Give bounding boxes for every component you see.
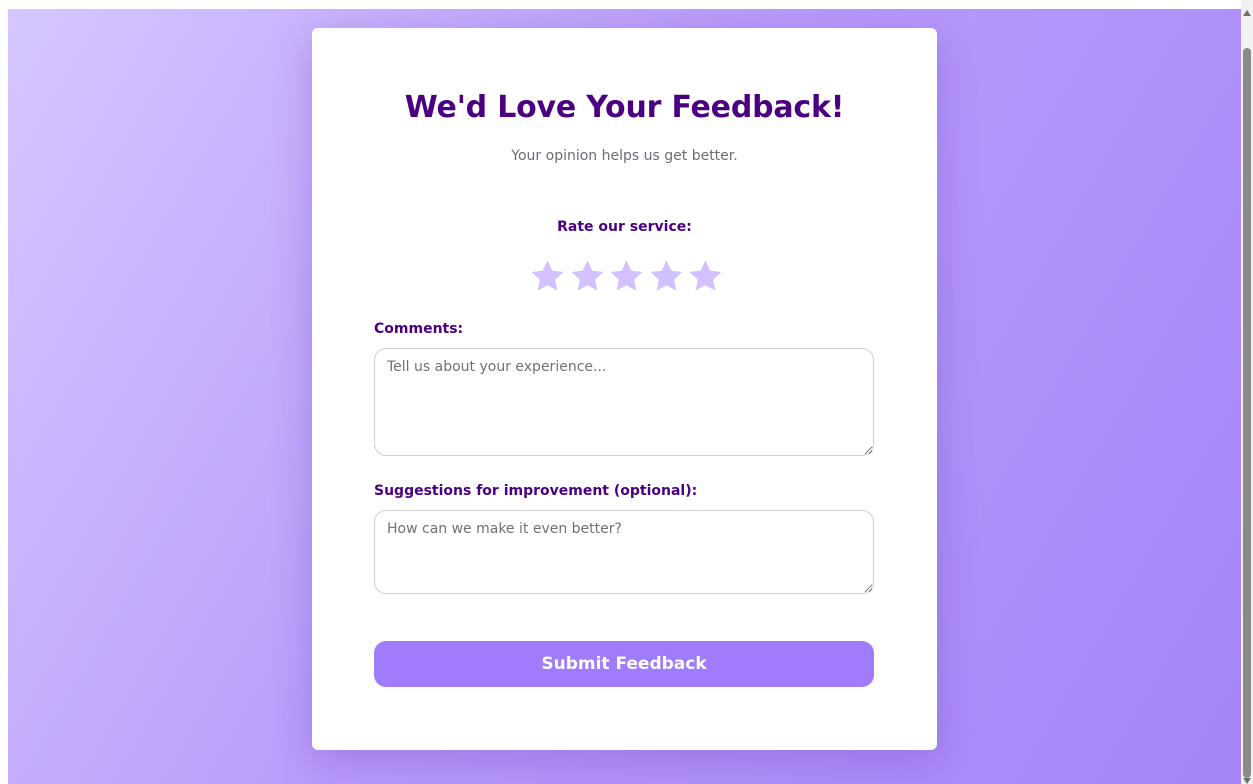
scrollbar-thumb[interactable] — [1243, 48, 1251, 778]
star-rating — [529, 258, 724, 296]
suggestions-field[interactable] — [374, 510, 874, 594]
star-5-icon[interactable] — [687, 258, 724, 295]
scroll-down-arrow-icon[interactable] — [1243, 778, 1251, 784]
vertical-scrollbar[interactable] — [1241, 0, 1253, 784]
page-title: We'd Love Your Feedback! — [404, 90, 845, 125]
star-3-icon[interactable] — [608, 258, 645, 295]
comments-field[interactable] — [374, 348, 874, 456]
rating-label: Rate our service: — [557, 219, 692, 235]
star-2-icon[interactable] — [569, 258, 606, 295]
page-subtitle: Your opinion helps us get better. — [511, 148, 738, 164]
scroll-up-arrow-icon[interactable] — [1243, 10, 1251, 16]
suggestions-label: Suggestions for improvement (optional): — [374, 483, 698, 499]
feedback-card: We'd Love Your Feedback! Your opinion he… — [312, 28, 937, 750]
submit-feedback-button[interactable]: Submit Feedback — [374, 641, 874, 687]
star-4-icon[interactable] — [648, 258, 685, 295]
star-1-icon[interactable] — [529, 258, 566, 295]
comments-label: Comments: — [374, 321, 464, 337]
page-background: We'd Love Your Feedback! Your opinion he… — [8, 9, 1241, 784]
